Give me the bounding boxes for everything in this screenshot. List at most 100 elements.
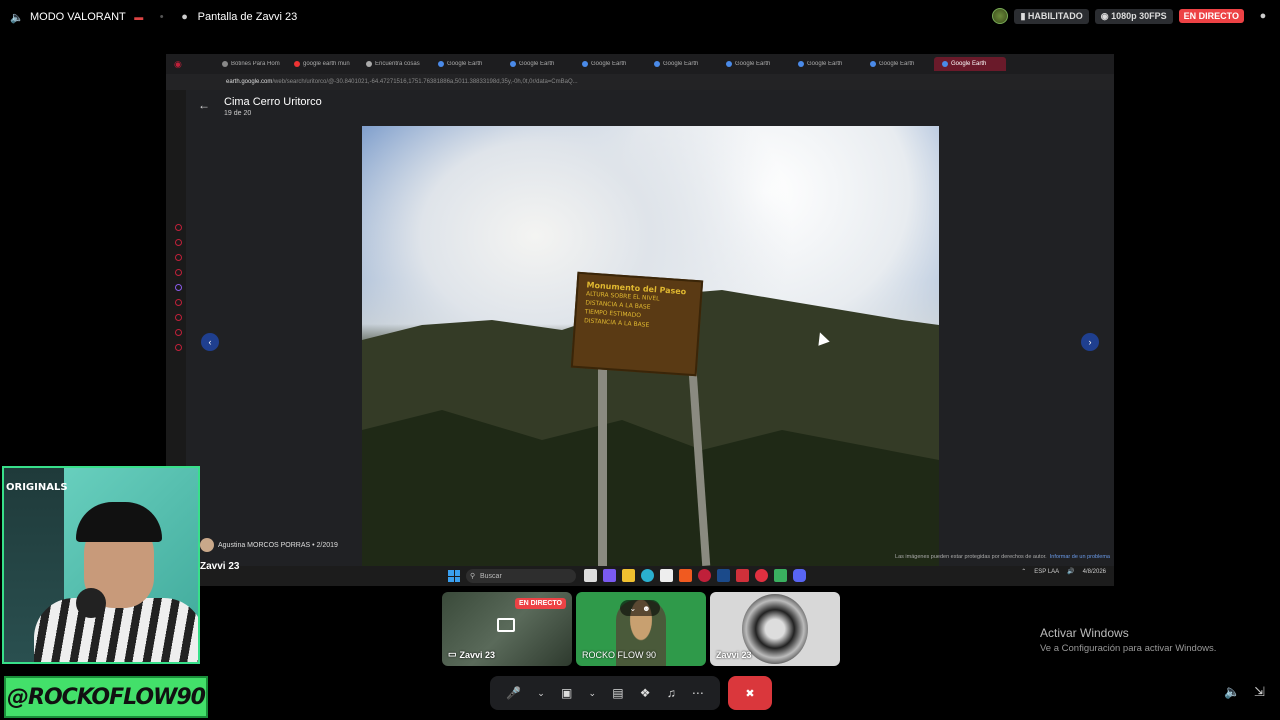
photo-viewer: ← Cima Cerro Uritorco 19 de 20 Monumento… — [186, 90, 1114, 566]
tile-controls[interactable]: ⌄ ☻ — [620, 600, 660, 616]
photo-title: Cima Cerro Uritorco — [224, 96, 322, 108]
sidebar-icon[interactable] — [174, 224, 182, 231]
microphone-icon[interactable]: 🎤 — [506, 686, 521, 700]
sidebar-icon[interactable] — [174, 284, 182, 291]
discord-icon[interactable] — [793, 569, 806, 582]
live-badge: EN DIRECTO — [514, 598, 566, 609]
participant-name: ROCKO FLOW 90 — [582, 650, 657, 660]
share-title: Pantalla de Zavvi 23 — [197, 11, 298, 23]
participant-tile[interactable]: ⌄ ☻ ROCKO FLOW 90 — [576, 592, 706, 666]
browser-tab[interactable]: Botines Para Hom — [214, 61, 286, 67]
streamer-handle: @ROCKOFLOW90 — [7, 684, 206, 710]
shared-screen: ◉ Botines Para Hom google earth mun Encu… — [166, 54, 1114, 586]
separator: • — [159, 11, 164, 23]
more-options-icon[interactable]: ⋯ — [692, 686, 704, 700]
sidebar-icon[interactable] — [174, 314, 182, 321]
volume-icon[interactable]: 🔈 — [1224, 684, 1240, 700]
browser-tab[interactable]: Google Earth — [430, 61, 502, 67]
notes-icon[interactable] — [774, 569, 787, 582]
sidebar-icon[interactable] — [174, 254, 182, 261]
brave-icon[interactable] — [679, 569, 692, 582]
flag-icon: ▬ — [134, 12, 144, 22]
participant-tile[interactable]: EN DIRECTO ▭ Zavvi 23 — [442, 592, 572, 666]
exit-fullscreen-icon[interactable]: ⇲ — [1254, 684, 1265, 700]
leave-call-button[interactable]: ✖ — [728, 676, 772, 710]
sidebar-icon[interactable] — [174, 239, 182, 246]
chevron-down-icon[interactable]: ⌄ — [589, 688, 597, 699]
windows-activation-watermark: Activar Windows Ve a Configuración para … — [1040, 626, 1216, 654]
file-explorer-icon[interactable] — [622, 569, 635, 582]
streamer-cap — [76, 502, 162, 542]
taskbar-apps — [584, 569, 806, 582]
windows-taskbar: ⚲ Buscar ⌃ ESP LAA 🔊 4/8/2026 — [166, 566, 1114, 586]
chevron-down-icon[interactable]: ⌄ — [629, 604, 636, 613]
browser-tab[interactable]: Encuentra cosas — [358, 61, 430, 67]
clock-date[interactable]: 4/8/2026 — [1083, 569, 1106, 575]
browser-tab-active[interactable]: Google Earth — [934, 57, 1006, 71]
streamer-avatar[interactable] — [992, 8, 1009, 24]
photo-counter: 19 de 20 — [224, 110, 252, 117]
screen-share-icon[interactable]: ▤ — [612, 686, 623, 700]
participant-tile[interactable]: Zavvi 23 — [710, 592, 840, 666]
sidebar-icon[interactable] — [174, 299, 182, 306]
camera-off-icon[interactable]: ▣ — [561, 686, 572, 700]
sidebar-icon[interactable] — [174, 269, 182, 276]
browser-tab[interactable]: Google Earth — [718, 61, 790, 67]
browser-tab[interactable]: google earth mun — [286, 61, 358, 67]
chevron-right-icon: › — [1088, 337, 1092, 347]
edge-icon[interactable] — [641, 569, 654, 582]
activation-title: Activar Windows — [1040, 626, 1129, 640]
browser-tab[interactable]: Google Earth — [646, 61, 718, 67]
copyright-note: Las imágenes pueden estar protegidas por… — [895, 554, 1110, 560]
chevron-left-icon: ‹ — [208, 337, 212, 347]
widgets-icon[interactable] — [603, 569, 616, 582]
browser-tab[interactable]: Google Earth — [862, 61, 934, 67]
call-controls: 🎤 ⌄ ▣ ⌄ ▤ ❖ ♫ ⋯ — [490, 676, 720, 710]
browser-tab-strip: ◉ Botines Para Hom google earth mun Encu… — [166, 54, 1114, 74]
app-icon[interactable] — [755, 569, 768, 582]
chevron-up-icon[interactable]: ⌃ — [1021, 568, 1026, 575]
taskbar-search[interactable]: ⚲ Buscar — [466, 569, 576, 583]
activation-subtitle: Ve a Configuración para activar Windows. — [1040, 643, 1217, 654]
microphone — [76, 588, 106, 618]
chat-bubble-icon[interactable]: ● — [1256, 9, 1270, 23]
search-icon: ⚲ — [470, 573, 476, 580]
activities-icon[interactable]: ❖ — [640, 686, 651, 700]
sidebar-icon[interactable] — [174, 329, 182, 336]
prev-photo-button[interactable]: ‹ — [201, 333, 219, 351]
hangup-icon: ✖ — [745, 687, 755, 700]
browser-tab[interactable]: Google Earth — [502, 61, 574, 67]
sidebar-icon[interactable] — [174, 344, 182, 351]
chevron-down-icon[interactable]: ⌄ — [537, 688, 545, 699]
steam-icon[interactable] — [717, 569, 730, 582]
task-view-icon[interactable] — [584, 569, 597, 582]
store-icon[interactable] — [660, 569, 673, 582]
next-photo-button[interactable]: › — [1081, 333, 1099, 351]
system-tray: ⌃ ESP LAA 🔊 4/8/2026 — [1021, 568, 1106, 576]
photo-credit[interactable]: Agustina MORCOS PORRAS • 2/2019 — [200, 538, 338, 552]
screen-share-icon — [497, 618, 515, 632]
lang-indicator[interactable]: ESP LAA — [1034, 569, 1059, 575]
browser-tab[interactable]: Google Earth — [790, 61, 862, 67]
volume-icon[interactable]: 🔊 — [1067, 568, 1074, 575]
soundboard-icon[interactable]: ♫ — [667, 686, 676, 700]
windows-start-icon[interactable] — [448, 570, 460, 582]
address-bar[interactable]: earth.google.com/web/search/uritorco/@-3… — [166, 74, 1114, 90]
report-problem-link[interactable]: Informar de un problema — [1050, 554, 1110, 560]
screen-icon: ▭ — [448, 649, 457, 659]
speaker-icon[interactable]: 🔈 — [10, 10, 24, 24]
author-avatar — [200, 538, 214, 552]
enabled-badge: ▮ HABILITADO — [1014, 8, 1089, 24]
back-arrow-icon[interactable]: ← — [198, 98, 210, 112]
app-icon[interactable] — [736, 569, 749, 582]
users-icon[interactable]: ☻ — [642, 604, 650, 613]
live-badge: EN DIRECTO — [1178, 9, 1244, 23]
stream-topbar: 🔈 MODO VALORANT ▬ • ● Pantalla de Zavvi … — [0, 0, 1280, 34]
browser-tab[interactable]: Google Earth — [574, 61, 646, 67]
opera-gx-icon[interactable] — [698, 569, 711, 582]
webcam-overlay: ORIGINALS — [2, 466, 200, 664]
poster-text: ORIGINALS — [6, 482, 68, 493]
browser-menu-icon[interactable]: ◉ — [166, 59, 214, 70]
quality-badge: ◉ 1080p 30FPS — [1094, 8, 1173, 24]
mode-label: MODO VALORANT — [30, 11, 126, 23]
